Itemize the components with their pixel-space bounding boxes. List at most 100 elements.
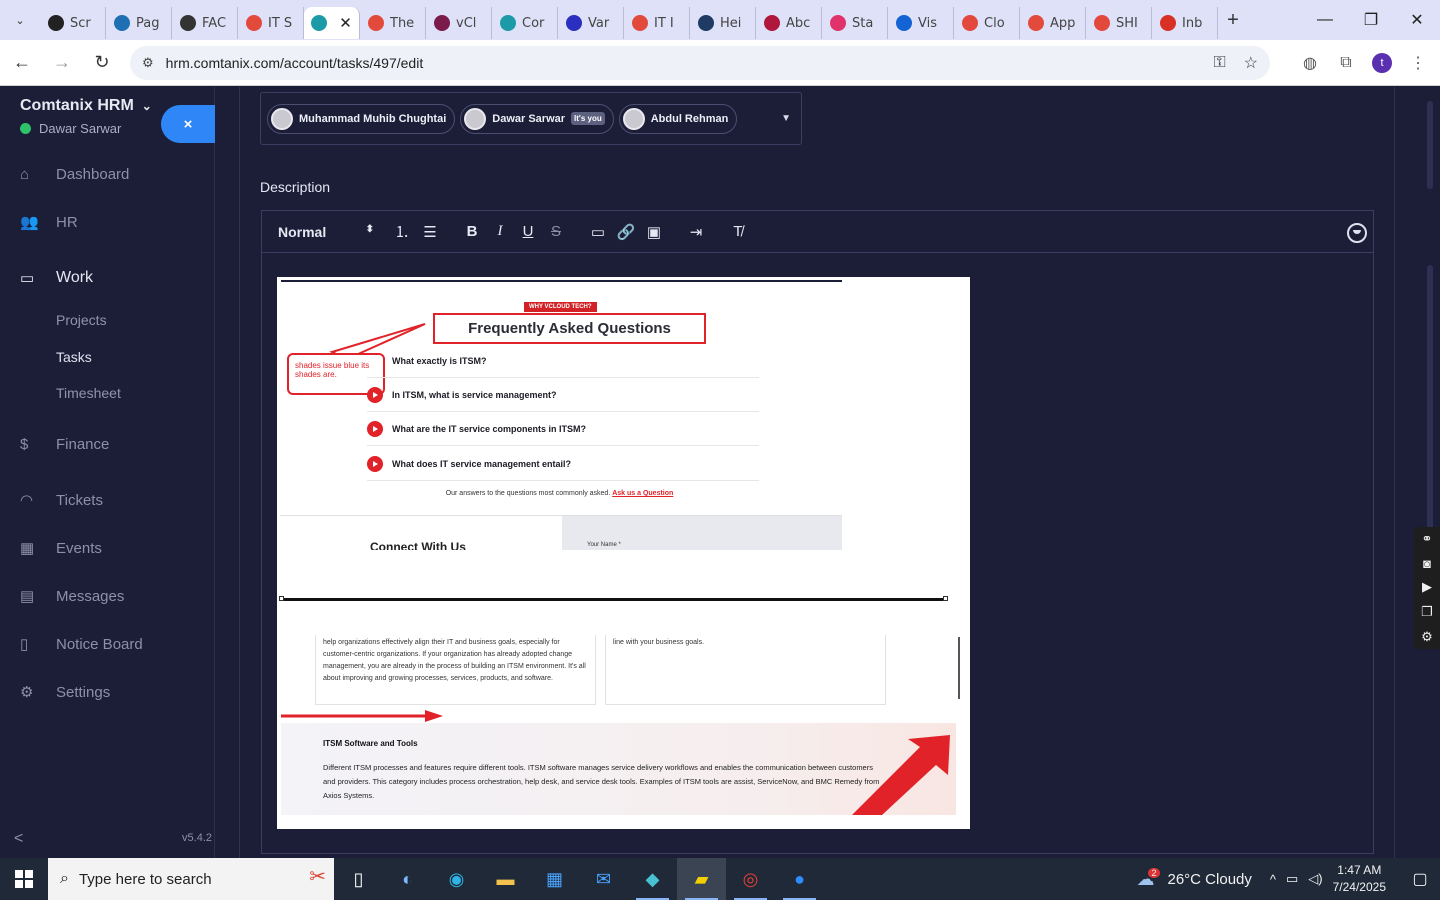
browser-tab[interactable]: Inb — [1152, 7, 1218, 39]
italic-icon[interactable]: I — [486, 223, 514, 240]
close-window-button[interactable]: ✕ — [1394, 0, 1440, 40]
sidebar-item-tickets[interactable]: ◠ Tickets — [0, 485, 215, 515]
chevron-up-icon[interactable]: ^ — [1270, 872, 1276, 887]
new-tab-button[interactable]: + — [1218, 9, 1248, 32]
browser-tab[interactable]: Sta — [822, 7, 888, 39]
caret-down-icon[interactable]: ▼ — [781, 113, 791, 124]
resize-handle[interactable] — [943, 596, 948, 601]
start-button[interactable] — [0, 858, 48, 900]
image-icon[interactable]: ▭ — [584, 223, 612, 241]
bullet-list-icon[interactable]: ☰ — [416, 223, 444, 241]
assignee-chip[interactable]: Dawar Sarwar It's you — [460, 103, 614, 134]
selected-divider[interactable] — [279, 596, 948, 601]
sidebar-item-notice-board[interactable]: ▯ Notice Board — [0, 629, 215, 659]
forward-button[interactable]: → — [44, 45, 80, 81]
sidebar-subitem-timesheet[interactable]: Timesheet — [56, 385, 121, 401]
video-icon[interactable]: ▣ — [640, 223, 668, 241]
calendar-icon: ▦ — [20, 540, 35, 557]
strikethrough-icon[interactable]: S — [542, 223, 570, 240]
sidebar-item-work[interactable]: ▭ Work — [0, 263, 215, 293]
password-key-icon[interactable]: ⚿ — [1213, 54, 1225, 72]
browser-menu-icon[interactable]: ⋮ — [1400, 45, 1436, 81]
clickup-icon[interactable]: ◆ — [628, 858, 677, 900]
bold-icon[interactable]: B — [458, 223, 486, 240]
browser-tab[interactable]: SHI — [1086, 7, 1152, 39]
link-icon[interactable]: 🔗 — [612, 223, 640, 241]
copilot-icon[interactable]: ◐ — [383, 858, 432, 900]
browser-tab[interactable]: Scr — [40, 7, 106, 39]
collapse-sidebar-icon[interactable]: < — [14, 830, 23, 848]
gear-icon[interactable]: ⚙ — [1421, 629, 1433, 645]
notification-icon[interactable]: ▢ — [1400, 869, 1440, 889]
site-info-icon[interactable]: ⚙ — [142, 55, 154, 71]
browser-tab[interactable]: IT S — [238, 7, 304, 39]
chrome-icon[interactable]: ◎ — [726, 858, 775, 900]
browser-tab[interactable]: vCl — [426, 7, 492, 39]
resize-handle[interactable] — [279, 596, 284, 601]
link-icon[interactable]: ⚭ — [1422, 531, 1433, 547]
sidebar-item-messages[interactable]: ▤ Messages — [0, 581, 215, 611]
assignee-select[interactable]: Muhammad Muhib Chughtai Dawar Sarwar It's… — [260, 92, 802, 145]
sidebar-item-hr[interactable]: 👥 HR — [0, 207, 215, 237]
sidebar-item-finance[interactable]: $ Finance — [0, 429, 215, 459]
sidebar-subitem-projects[interactable]: Projects — [56, 312, 107, 328]
restore-button[interactable]: ❐ — [1348, 0, 1394, 40]
assignee-chip[interactable]: Muhammad Muhib Chughtai — [267, 103, 456, 134]
clear-format-icon[interactable]: T̸ — [724, 223, 752, 240]
browser-tab[interactable]: IT I — [624, 7, 690, 39]
sidebar-item-events[interactable]: ▦ Events — [0, 533, 215, 563]
page-scrollbar[interactable] — [1421, 87, 1440, 858]
weather-widget[interactable]: ☁ 2 26°C Cloudy — [1136, 868, 1252, 890]
back-button[interactable]: ← — [4, 45, 40, 81]
close-tab-icon[interactable]: ✕ — [339, 14, 352, 32]
company-switcher[interactable]: Comtanix HRM ⌄ — [20, 97, 152, 115]
copy-icon[interactable]: ❐ — [1421, 604, 1433, 620]
browser-tab[interactable]: ✕ — [304, 7, 360, 39]
browser-tab[interactable]: Vis — [888, 7, 954, 39]
profile-button[interactable]: t — [1364, 45, 1400, 81]
translate-icon[interactable]: ◍ — [1292, 45, 1328, 81]
address-bar[interactable]: ⚙ hrm.comtanix.com/account/tasks/497/edi… — [130, 45, 1270, 80]
browser-tab[interactable]: Hei — [690, 7, 756, 39]
scrollbar-thumb[interactable] — [1427, 101, 1433, 189]
browser-tab[interactable]: Var — [558, 7, 624, 39]
browser-tab[interactable]: Clo — [954, 7, 1020, 39]
sidebar-item-settings[interactable]: ⚙ Settings — [0, 677, 215, 707]
sidebar-subitem-tasks[interactable]: Tasks — [56, 349, 92, 365]
assignee-chip[interactable]: Abdul Rehman — [618, 103, 738, 134]
task-view-icon[interactable]: ▯ — [334, 858, 383, 900]
file-explorer-icon[interactable]: ▬ — [481, 858, 530, 900]
bookmark-star-icon[interactable]: ☆ — [1244, 53, 1258, 73]
taskbar-clock[interactable]: 1:47 AM 7/24/2025 — [1333, 862, 1386, 896]
tab-search-button[interactable]: ⌄ — [0, 0, 40, 40]
heading-format-select[interactable]: Normal ⬍ — [278, 224, 374, 240]
scrollbar-thumb[interactable] — [1427, 265, 1433, 555]
embedded-screenshot[interactable]: WHY VCLOUD TECH? Frequently Asked Questi… — [277, 277, 970, 829]
browser-tab[interactable]: FAC — [172, 7, 238, 39]
browser-tab[interactable]: Abc — [756, 7, 822, 39]
browser-tab[interactable]: Cor — [492, 7, 558, 39]
edge-icon[interactable]: ◉ — [432, 858, 481, 900]
ordered-list-icon[interactable]: ⒈ — [388, 221, 416, 242]
minimize-button[interactable]: — — [1302, 0, 1348, 40]
browser-tab[interactable]: Pag — [106, 7, 172, 39]
browser-tab[interactable]: App — [1020, 7, 1086, 39]
system-tray: ☁ 2 26°C Cloudy ^ ▭ ◁) 1:47 AM 7/24/2025 ▢ — [1136, 858, 1440, 900]
zoom-icon[interactable]: ● — [775, 858, 824, 900]
extensions-icon[interactable]: ⧉ — [1328, 45, 1364, 81]
indent-icon[interactable]: ⇥ — [682, 223, 710, 241]
mail-icon[interactable]: ✉ — [579, 858, 628, 900]
video-camera-icon[interactable]: ▶ — [1422, 579, 1432, 595]
emoji-icon[interactable] — [1347, 223, 1367, 243]
underline-icon[interactable]: U — [514, 223, 542, 240]
network-icon[interactable]: ▭ — [1286, 871, 1298, 887]
browser-tab[interactable]: The — [360, 7, 426, 39]
sticky-notes-icon[interactable]: ▰ — [677, 858, 726, 900]
reload-button[interactable]: ↻ — [84, 45, 120, 81]
volume-icon[interactable]: ◁) — [1308, 871, 1322, 887]
sidebar-item-dashboard[interactable]: ⌂ Dashboard — [0, 159, 215, 189]
store-icon[interactable]: ▦ — [530, 858, 579, 900]
camera-icon[interactable]: ◙ — [1423, 556, 1431, 571]
taskbar-search[interactable]: ⌕ Type here to search ✂ — [48, 858, 334, 900]
close-sidebar-button[interactable]: × — [161, 105, 215, 143]
